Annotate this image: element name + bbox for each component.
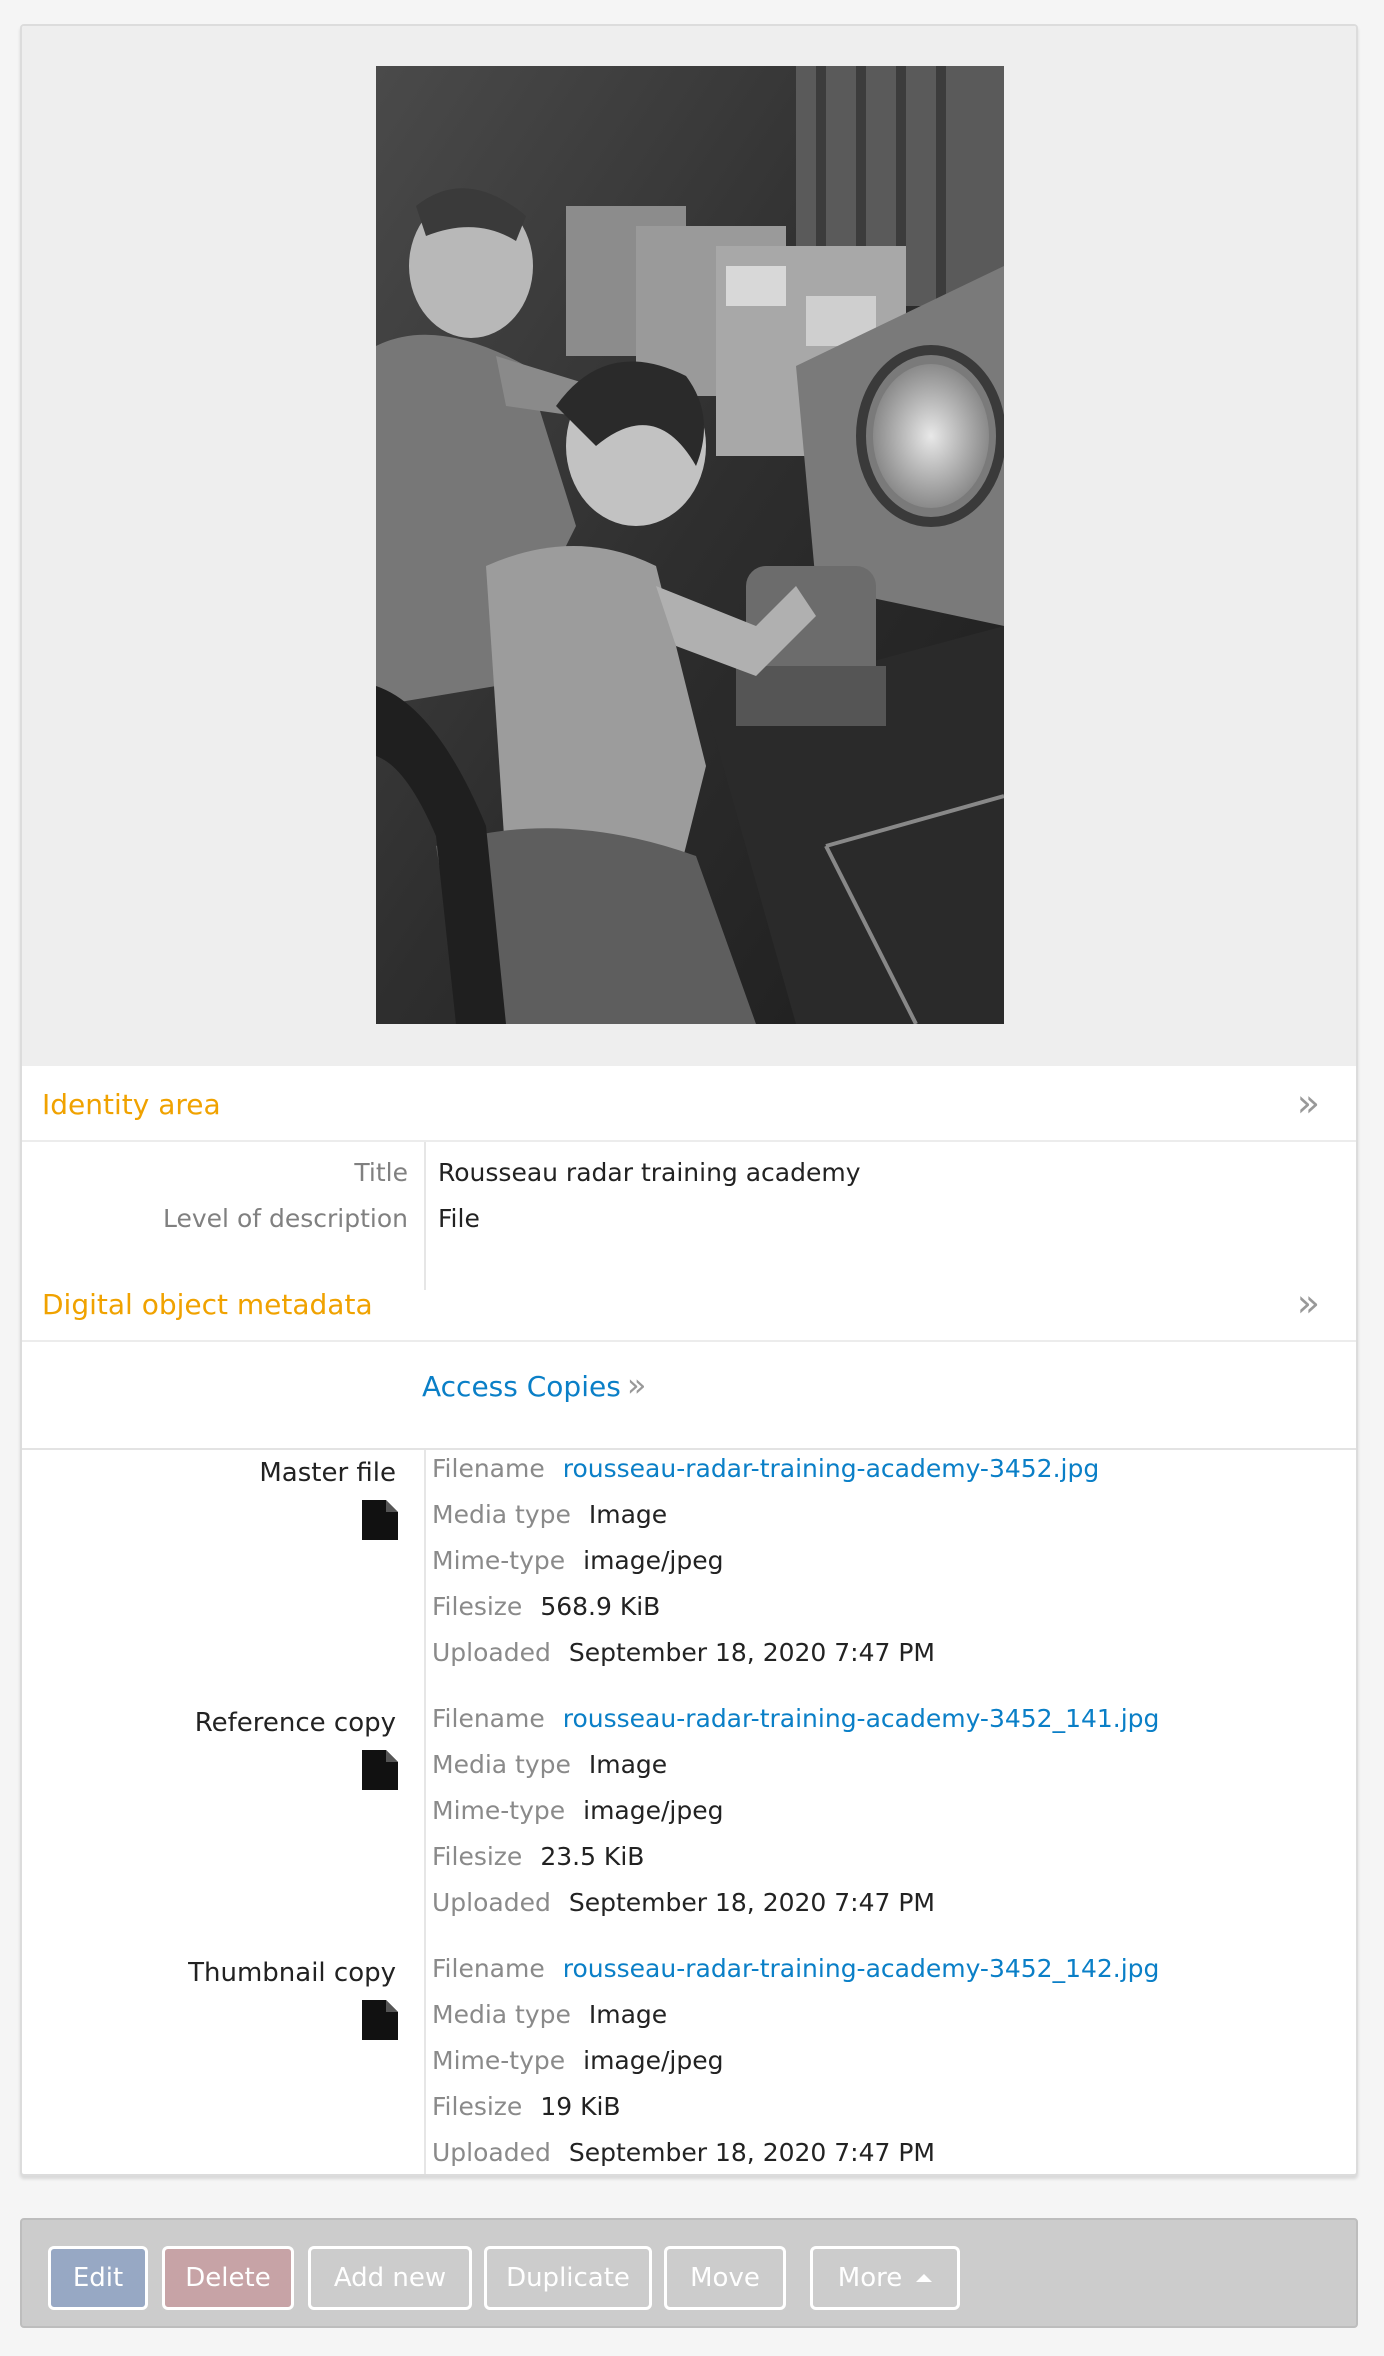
meta-label: Filesize (432, 2092, 523, 2121)
meta-value: September 18, 2020 7:47 PM (568, 2138, 935, 2167)
media-type-line: Media type Image (432, 1500, 667, 1529)
meta-label: Filename (432, 1704, 545, 1733)
filename-line: Filename rousseau-radar-training-academy-… (432, 1954, 1159, 1983)
caret-up-icon (916, 2274, 933, 2282)
document-icon[interactable] (362, 1500, 398, 1540)
field-value: File (438, 1204, 480, 1233)
meta-label: Uploaded (432, 1888, 551, 1917)
field-label: Title (354, 1158, 408, 1187)
digital-object-metadata-header[interactable]: Digital object metadata » (22, 1266, 1356, 1342)
access-copies-label[interactable]: Access Copies (422, 1370, 621, 1403)
mime-type-line: Mime-type image/jpeg (432, 1546, 723, 1575)
mime-type-line: Mime-type image/jpeg (432, 1796, 723, 1825)
filename-link[interactable]: rousseau-radar-training-academy-3452_142… (563, 1954, 1160, 1983)
meta-label: Media type (432, 2000, 571, 2029)
delete-button[interactable]: Delete (162, 2246, 294, 2310)
meta-value: Image (588, 2000, 668, 2029)
filename-link[interactable]: rousseau-radar-training-academy-3452_141… (563, 1704, 1160, 1733)
meta-value: Image (588, 1750, 668, 1779)
meta-value: image/jpeg (583, 1546, 724, 1575)
more-button[interactable]: More (810, 2246, 960, 2310)
file-thumbnail: Thumbnail copy Filename rousseau-radar-tr… (22, 1950, 1356, 2174)
meta-value: September 18, 2020 7:47 PM (568, 1888, 935, 1917)
move-button[interactable]: Move (664, 2246, 786, 2310)
filename-line: Filename rousseau-radar-training-academy-… (432, 1704, 1159, 1733)
double-chevron-right-icon: » (626, 1366, 647, 1404)
meta-value: Image (588, 1500, 668, 1529)
meta-label: Mime-type (432, 1546, 566, 1575)
file-master: Master file Filename rousseau-radar-train… (22, 1450, 1356, 1680)
meta-label: Filesize (432, 1842, 523, 1871)
filesize-line: Filesize 19 KiB (432, 2092, 621, 2121)
digital-object-metadata-title: Digital object metadata (42, 1288, 373, 1321)
identity-area-title: Identity area (42, 1088, 221, 1121)
access-copies-row: Access Copies» (22, 1344, 1356, 1450)
meta-value: 23.5 KiB (540, 1842, 645, 1871)
double-chevron-right-icon[interactable]: » (1297, 1284, 1320, 1322)
meta-label: Filename (432, 1454, 545, 1483)
uploaded-line: Uploaded September 18, 2020 7:47 PM (432, 1888, 935, 1917)
record-card: Identity area » Title Rousseau radar tra… (20, 24, 1358, 2176)
filename-link[interactable]: rousseau-radar-training-academy-3452.jpg (563, 1454, 1099, 1483)
meta-value: September 18, 2020 7:47 PM (568, 1638, 935, 1667)
filesize-line: Filesize 23.5 KiB (432, 1842, 644, 1871)
actions-bar: Edit Delete Add new Duplicate Move More (20, 2218, 1358, 2328)
edit-button[interactable]: Edit (48, 2246, 148, 2310)
file-type-label: Thumbnail copy (188, 1958, 396, 1988)
access-copies-link[interactable]: Access Copies» (422, 1366, 646, 1404)
meta-label: Media type (432, 1750, 571, 1779)
document-icon[interactable] (362, 2000, 398, 2040)
double-chevron-right-icon[interactable]: » (1297, 1084, 1320, 1122)
meta-value: image/jpeg (583, 1796, 724, 1825)
filename-line: Filename rousseau-radar-training-academy-… (432, 1454, 1099, 1483)
file-reference: Reference copy Filename rousseau-radar-tr… (22, 1700, 1356, 1930)
meta-label: Uploaded (432, 2138, 551, 2167)
file-type-label: Reference copy (194, 1708, 396, 1738)
digital-object-viewer (22, 26, 1356, 1066)
field-label: Level of description (163, 1204, 408, 1233)
document-icon[interactable] (362, 1750, 398, 1790)
uploaded-line: Uploaded September 18, 2020 7:47 PM (432, 1638, 935, 1667)
field-value: Rousseau radar training academy (438, 1158, 861, 1187)
meta-label: Mime-type (432, 2046, 566, 2075)
mime-type-line: Mime-type image/jpeg (432, 2046, 723, 2075)
filesize-line: Filesize 568.9 KiB (432, 1592, 660, 1621)
meta-label: Media type (432, 1500, 571, 1529)
media-type-line: Media type Image (432, 2000, 667, 2029)
meta-value: 568.9 KiB (540, 1592, 661, 1621)
meta-value: image/jpeg (583, 2046, 724, 2075)
field-title: Title Rousseau radar training academy (22, 1150, 1356, 1196)
add-new-button[interactable]: Add new (308, 2246, 472, 2310)
meta-label: Filename (432, 1954, 545, 1983)
identity-area-header[interactable]: Identity area » (22, 1066, 1356, 1142)
duplicate-button[interactable]: Duplicate (484, 2246, 652, 2310)
uploaded-line: Uploaded September 18, 2020 7:47 PM (432, 2138, 935, 2167)
media-type-line: Media type Image (432, 1750, 667, 1779)
digital-object-image[interactable] (376, 66, 1004, 1024)
meta-label: Filesize (432, 1592, 523, 1621)
more-button-label: More (837, 2263, 903, 2293)
meta-label: Mime-type (432, 1796, 566, 1825)
file-type-label: Master file (259, 1458, 396, 1488)
field-level-of-description: Level of description File (22, 1196, 1356, 1242)
meta-value: 19 KiB (540, 2092, 621, 2121)
meta-label: Uploaded (432, 1638, 551, 1667)
